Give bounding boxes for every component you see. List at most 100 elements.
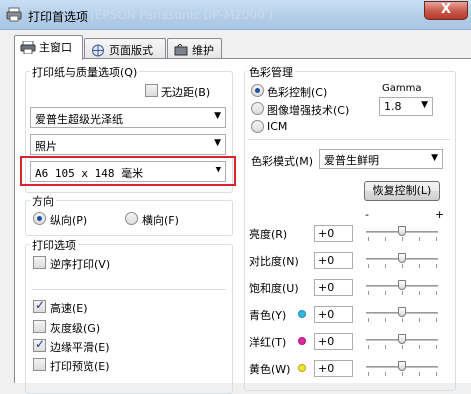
slider-tick (368, 372, 369, 376)
portrait-radio[interactable] (33, 212, 46, 225)
slider-tick (436, 264, 437, 268)
saturation-slider-thumb[interactable] (398, 280, 406, 290)
print-quality-select[interactable]: 照片 ▼ (30, 134, 226, 155)
gamma-value: 1.8 (384, 100, 402, 113)
chevron-down-icon: ▼ (214, 138, 221, 148)
paper-size-select[interactable]: A6 105 x 148 毫米 ▼ (30, 161, 226, 182)
close-button[interactable]: X (424, 1, 468, 20)
tab-maintenance[interactable]: 维护 (167, 38, 222, 60)
slider-tick (419, 372, 420, 376)
divider (32, 289, 226, 290)
page-layout-icon (92, 44, 104, 57)
slider-tick (436, 237, 437, 241)
brightness-value: +0 (318, 227, 335, 240)
high-speed-checkbox[interactable] (33, 298, 46, 313)
chevron-down-icon: ▼ (421, 100, 428, 110)
slider-tick (368, 345, 369, 349)
slider-tick (419, 318, 420, 322)
color-mode-select[interactable]: 爱普生鲜明 ▼ (319, 149, 443, 169)
slider-tick (385, 318, 386, 322)
edge-smoothing-label: 边缘平滑(E) (50, 341, 110, 354)
reverse-order-checkbox[interactable] (33, 256, 46, 269)
media-type-value: 爱普生超级光泽纸 (35, 113, 123, 126)
brightness-label: 亮度(R) (249, 228, 288, 241)
grayscale-checkbox[interactable] (33, 320, 46, 333)
window-title: 打印首选项 (28, 10, 89, 24)
paper-quality-group-label: 打印纸与质量选项(Q) (30, 64, 140, 80)
chevron-down-icon: ▼ (215, 165, 221, 175)
yellow-swatch-icon (298, 364, 306, 372)
yellow-label: 黄色(W) (249, 363, 291, 376)
orientation-group-label: 方向 (30, 193, 56, 209)
tab-main[interactable]: 主窗口 (14, 35, 83, 60)
yellow-input[interactable]: +0 (314, 360, 353, 377)
portrait-label: 纵向(P) (50, 214, 88, 227)
borderless-label: 无边距(B) (161, 86, 211, 99)
contrast-slider-thumb[interactable] (398, 253, 406, 263)
cyan-slider-thumb[interactable] (398, 307, 406, 317)
slider-tick (368, 318, 369, 322)
slider-tick (402, 345, 403, 349)
slider-tick (419, 237, 420, 241)
color-mode-value: 爱普生鲜明 (324, 154, 379, 167)
slider-tick (385, 345, 386, 349)
media-type-select[interactable]: 爱普生超级光泽纸 ▼ (30, 107, 226, 128)
icm-label: ICM (267, 120, 288, 133)
window-title-printer-name: (EPSON Panasonic DP-M2000 ) (90, 8, 274, 22)
close-icon: X (440, 2, 452, 17)
slider-tick (402, 237, 403, 241)
contrast-value: +0 (318, 254, 335, 267)
contrast-input[interactable]: +0 (314, 252, 353, 269)
tab-label: 维护 (192, 44, 214, 57)
cyan-input[interactable]: +0 (314, 306, 353, 323)
print-preview-checkbox[interactable] (33, 358, 46, 371)
slider-tick (419, 264, 420, 268)
print-options-group-label: 打印选项 (30, 237, 78, 253)
slider-tick (368, 291, 369, 295)
icm-radio[interactable] (251, 120, 264, 133)
slider-scale-plus: + (435, 208, 445, 221)
slider-scale-minus: - (365, 208, 369, 221)
reset-controls-button[interactable]: 恢复控制(L) (364, 181, 440, 201)
magenta-value: +0 (318, 335, 335, 348)
borderless-checkbox[interactable] (145, 84, 158, 97)
image-enhance-label: 图像增强技术(C) (267, 104, 350, 117)
gamma-select[interactable]: 1.8 ▼ (379, 97, 433, 116)
slider-tick (402, 372, 403, 376)
slider-tick (436, 345, 437, 349)
slider-tick (436, 318, 437, 322)
tab-label: 主窗口 (39, 41, 72, 54)
brightness-input[interactable]: +0 (314, 225, 353, 242)
color-control-label: 色彩控制(C) (267, 86, 328, 99)
magenta-label: 洋红(T) (249, 336, 287, 349)
edge-smoothing-checkbox[interactable] (33, 337, 46, 352)
yellow-slider-thumb[interactable] (398, 361, 406, 371)
title-bar[interactable]: 打印首选项 (EPSON Panasonic DP-M2000 ) X (0, 0, 471, 30)
slider-tick (385, 237, 386, 241)
cyan-value: +0 (318, 308, 335, 321)
magenta-input[interactable]: +0 (314, 333, 353, 350)
contrast-label: 对比度(N) (249, 255, 299, 268)
brightness-slider-thumb[interactable] (398, 226, 406, 236)
landscape-radio[interactable] (125, 212, 138, 225)
slider-tick (436, 291, 437, 295)
paper-size-value: A6 105 x 148 毫米 (35, 167, 144, 180)
slider-tick (385, 372, 386, 376)
print-quality-value: 照片 (35, 140, 57, 153)
slider-tick (419, 345, 420, 349)
saturation-input[interactable]: +0 (314, 279, 353, 296)
color-management-group-label: 色彩管理 (247, 64, 295, 80)
color-control-radio[interactable] (251, 84, 264, 97)
landscape-label: 横向(F) (142, 214, 179, 227)
color-mode-label: 色彩模式(M) (251, 155, 314, 168)
magenta-slider-thumb[interactable] (398, 334, 406, 344)
tab-page-layout[interactable]: 页面版式 (84, 38, 166, 60)
cyan-swatch-icon (298, 310, 306, 318)
slider-tick (385, 264, 386, 268)
saturation-label: 饱和度(U) (249, 282, 299, 295)
image-enhance-radio[interactable] (251, 102, 264, 115)
gamma-label: Gamma (382, 83, 422, 94)
slider-tick (436, 372, 437, 376)
slider-tick (402, 318, 403, 322)
reset-controls-label: 恢复控制(L) (372, 184, 432, 197)
